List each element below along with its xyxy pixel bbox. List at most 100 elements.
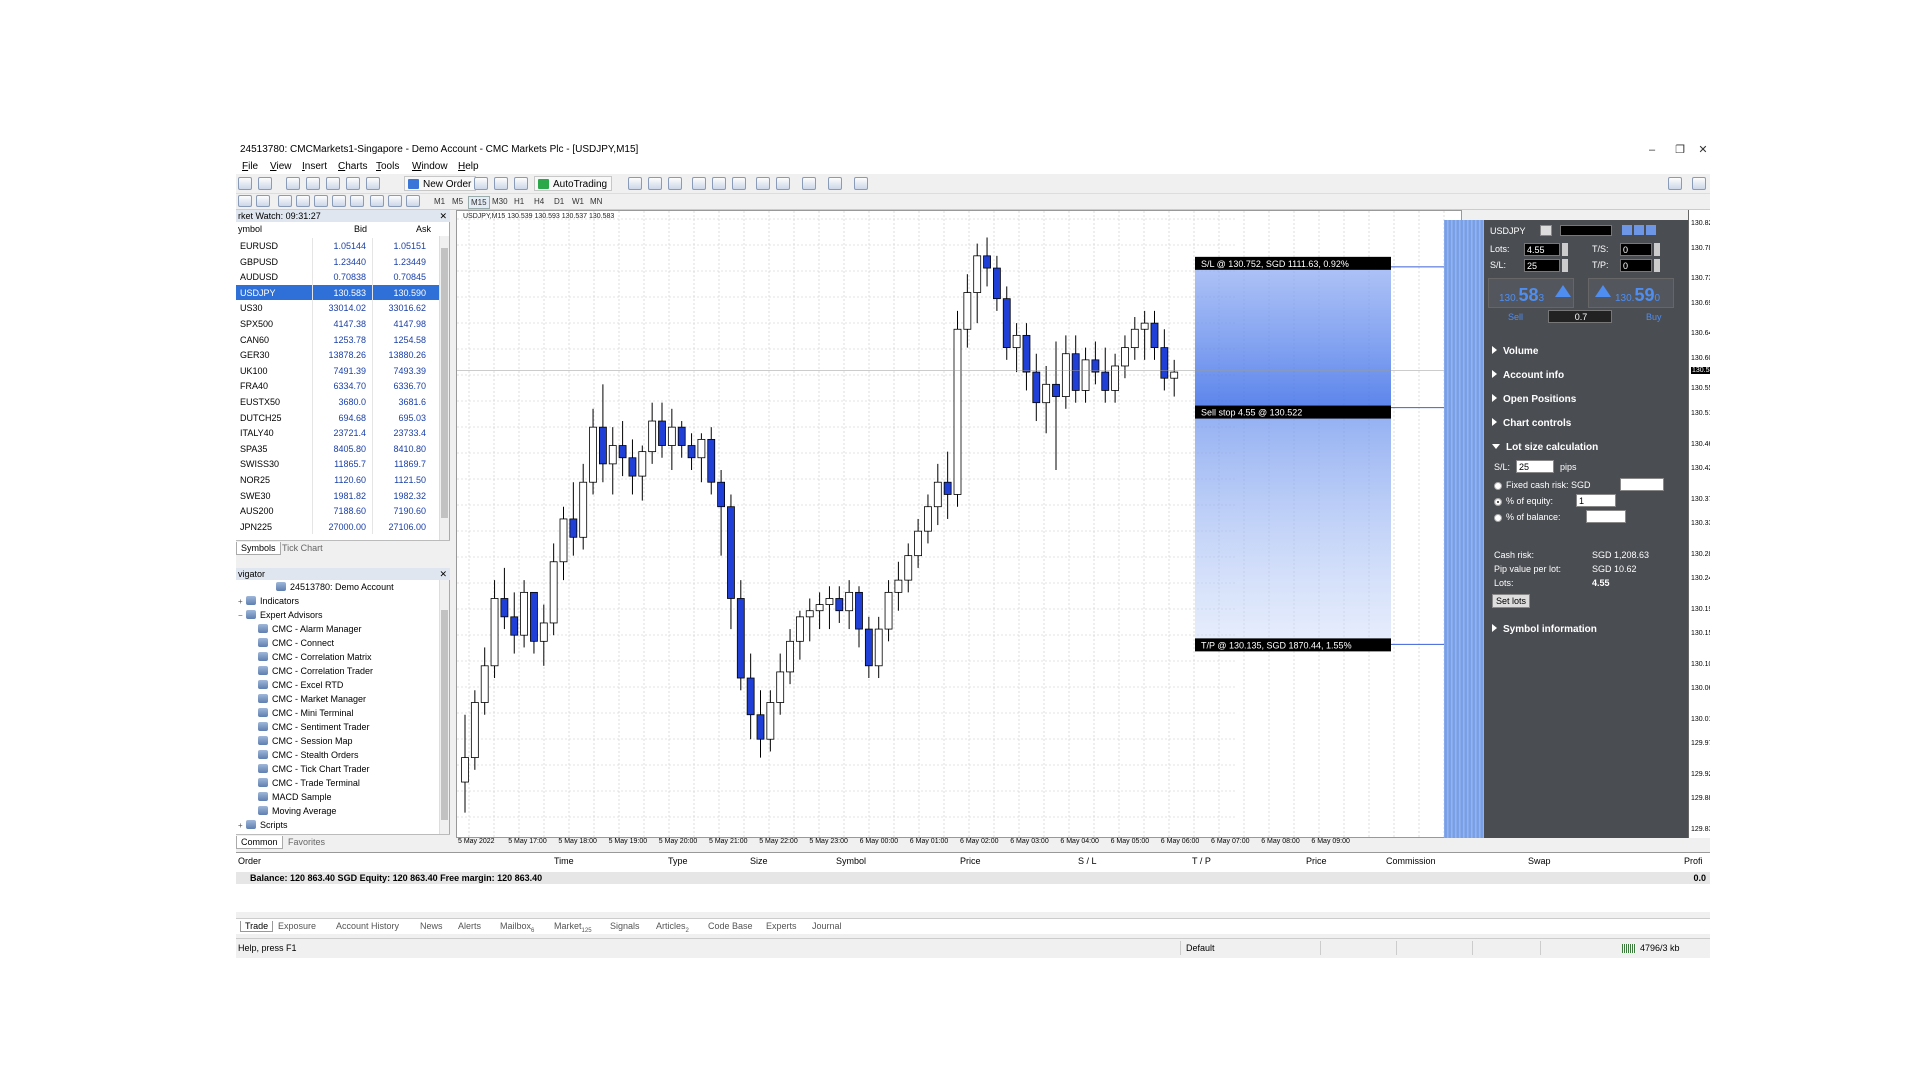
symbol-field[interactable] [1560,225,1612,236]
nav-expert-item[interactable]: CMC - Trade Terminal [258,778,360,788]
mql-icon[interactable] [514,177,528,190]
col-type[interactable]: Type [668,856,688,866]
col-symbol[interactable]: ymbol [238,224,262,234]
col-tp[interactable]: T / P [1192,856,1211,866]
market-watch-row[interactable]: SPA35 8405.80 8410.80 [236,440,440,457]
market-watch-row[interactable]: UK100 7491.39 7493.39 [236,362,440,379]
tab-trade[interactable]: Trade [240,921,274,932]
market-watch-row[interactable]: SWISS30 11865.7 11869.7 [236,456,440,472]
lots-stepper[interactable] [1562,243,1568,256]
market-watch-row[interactable]: AUS200 7188.60 7190.60 [236,503,440,519]
scroll-thumb[interactable] [441,248,448,518]
nav-expert-item[interactable]: MACD Sample [258,792,332,802]
templates-icon[interactable] [854,177,868,190]
line-chart-icon[interactable] [668,177,682,190]
market-watch-row[interactable]: JPN225 27000.00 27106.00 [236,518,440,535]
search-icon[interactable] [1668,177,1682,190]
market-watch-row[interactable]: US30 33014.02 33016.62 [236,300,440,316]
menu-insert[interactable]: Insert [302,161,327,172]
section-symbol-info[interactable]: Symbol information [1492,624,1597,635]
tp-input[interactable]: 0 [1620,259,1652,272]
autoscroll-icon[interactable] [776,177,790,190]
nav-expert-item[interactable]: CMC - Tick Chart Trader [258,764,370,774]
timeframe-m30[interactable]: M30 [490,196,510,207]
maximize-button[interactable]: ❐ [1668,142,1692,158]
pct-balance-radio[interactable] [1494,514,1502,522]
sell-button[interactable]: 130.583 [1488,278,1574,308]
timeframe-m1[interactable]: M1 [432,196,447,207]
fibonacci-icon[interactable] [350,195,364,207]
col-symbol[interactable]: Symbol [836,856,866,866]
nav-expert-item[interactable]: CMC - Excel RTD [258,680,343,690]
zoom-out-icon[interactable] [712,177,726,190]
tile-windows-icon[interactable] [732,177,746,190]
nav-expert-advisors[interactable]: − Expert Advisors [238,610,323,620]
nav-account[interactable]: 24513780: Demo Account [276,582,394,592]
col-ask[interactable]: Ask [416,224,431,234]
options-icon[interactable] [494,177,508,190]
text-icon[interactable] [370,195,384,207]
col-time[interactable]: Time [554,856,574,866]
buy-label[interactable]: Buy [1646,312,1662,322]
community-icon[interactable] [1692,177,1706,190]
tab-mailbox[interactable]: Mailbox6 [500,921,534,934]
market-watch-row[interactable]: CAN60 1253.78 1254.58 [236,331,440,348]
tab-account-history[interactable]: Account History [336,921,399,931]
scroll-thumb[interactable] [441,610,448,820]
menu-charts[interactable]: Charts [338,161,367,172]
terminal-icon[interactable] [346,177,360,190]
timeframe-d1[interactable]: D1 [552,196,566,207]
market-watch-row[interactable]: AUDUSD 0.70838 0.70845 [236,269,440,285]
sl-input[interactable]: 25 [1524,259,1560,272]
close-icon[interactable]: ✕ [439,568,447,580]
tab-articles[interactable]: Articles2 [656,921,689,934]
market-watch-row[interactable]: NOR25 1120.60 1121.50 [236,471,440,488]
tp-stepper[interactable] [1654,259,1660,272]
section-volume[interactable]: Volume [1492,346,1538,357]
tab-favorites[interactable]: Favorites [284,836,329,848]
grid-icon[interactable] [1646,225,1656,235]
nav-expert-item[interactable]: CMC - Market Manager [258,694,366,704]
candlestick-icon[interactable] [648,177,662,190]
fixed-cash-input[interactable] [1620,478,1664,491]
nav-expert-item[interactable]: CMC - Alarm Manager [258,624,362,634]
arrows-icon[interactable] [406,195,420,207]
col-price-current[interactable]: Price [1306,856,1327,866]
tab-symbols[interactable]: Symbols [236,542,281,555]
close-icon[interactable]: ✕ [439,210,447,222]
timeframe-mn[interactable]: MN [588,196,604,207]
tab-common[interactable]: Common [236,836,283,849]
nav-expert-item[interactable]: Moving Average [258,806,336,816]
menu-window[interactable]: Window [412,161,448,172]
menu-file[interactable]: File [242,161,258,172]
tab-market[interactable]: Market125 [554,921,592,934]
menu-view[interactable]: View [270,161,292,172]
timeframe-m15[interactable]: M15 [468,196,490,209]
lots-input[interactable]: 4.55 [1524,243,1560,256]
timeframe-w1[interactable]: W1 [570,196,586,207]
profiles-icon[interactable] [258,177,272,190]
navigator-icon[interactable] [326,177,340,190]
trendline-icon[interactable] [314,195,328,207]
market-watch-row[interactable]: USDJPY 130.583 130.590 [236,284,440,301]
tab-alerts[interactable]: Alerts [458,921,481,931]
market-watch-row[interactable]: ITALY40 23721.4 23733.4 [236,425,440,441]
sl-stepper[interactable] [1562,259,1568,272]
nav-expert-item[interactable]: CMC - Stealth Orders [258,750,359,760]
set-lots-button[interactable]: Set lots [1492,594,1530,608]
channel-icon[interactable] [332,195,346,207]
section-account-info[interactable]: Account info [1492,370,1564,381]
price-scale[interactable]: 130.82 130.78 130.73 130.69 130.64 130.60 130.… [1688,210,1710,838]
section-chart-controls[interactable]: Chart controls [1492,418,1571,429]
market-watch-row[interactable]: GBPUSD 1.23440 1.23449 [236,253,440,270]
tab-signals[interactable]: Signals [610,921,640,931]
pct-equity-radio[interactable] [1494,498,1502,506]
section-open-positions[interactable]: Open Positions [1492,394,1576,405]
market-watch-row[interactable]: EUSTX50 3680.0 3681.6 [236,393,440,410]
col-bid[interactable]: Bid [354,224,367,234]
market-watch-row[interactable]: FRA40 6334.70 6336.70 [236,378,440,394]
expand-icon[interactable]: + [238,821,246,830]
pct-balance-input[interactable] [1586,510,1626,523]
col-order[interactable]: Order [238,856,261,866]
horizontal-line-icon[interactable] [296,195,310,207]
